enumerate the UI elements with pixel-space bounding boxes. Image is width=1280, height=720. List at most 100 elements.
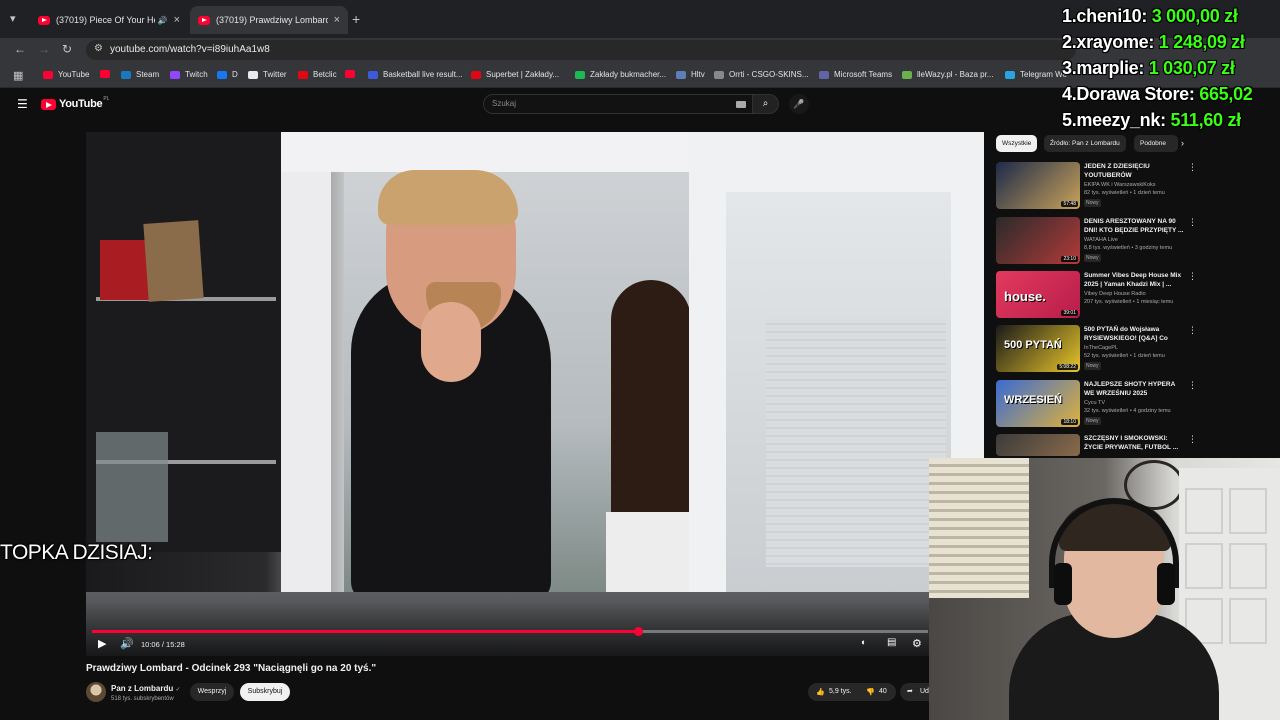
video-thumbnail[interactable] — [996, 434, 1080, 456]
channel-name-text[interactable]: Pan z Lombardu — [111, 684, 173, 693]
progress-scrubber-handle[interactable] — [633, 627, 643, 636]
recommended-channel[interactable]: Vibey Deep House Radio — [1084, 291, 1146, 297]
video-thumbnail[interactable]: house. 39:01 — [996, 271, 1080, 318]
channel-avatar[interactable] — [86, 682, 106, 702]
search-button[interactable]: ⌕ — [753, 94, 779, 114]
autoplay-toggle-icon[interactable]: ◐ — [861, 637, 866, 647]
like-count[interactable]: 5,9 tys. — [829, 688, 852, 695]
bookmark-item[interactable]: Superbet | Zakłady... — [471, 70, 559, 79]
recommended-title[interactable]: 500 PYTAŃ do Wojsława RYSIEWSKIEGO! [Q&A… — [1084, 325, 1184, 344]
bookmark-item[interactable]: Basketball live result... — [368, 70, 463, 79]
filter-chip[interactable]: Wszystkie — [996, 135, 1038, 152]
more-options-icon[interactable]: ⋮ — [1188, 217, 1197, 228]
forward-arrow-icon[interactable]: → — [38, 42, 50, 56]
recommended-title[interactable]: JEDEN Z DZIESIĘCIU YOUTUBERÓW — [1084, 162, 1184, 180]
youtube-logo[interactable]: YouTube PL — [41, 96, 109, 110]
tab-close-icon[interactable]: × — [334, 14, 340, 26]
donor-entry: 1.cheni10: 3 000,00 zł — [1062, 6, 1238, 27]
bookmark-item[interactable]: D — [217, 70, 238, 79]
bookmark-favicon-icon — [676, 70, 686, 79]
filter-chip[interactable]: Źródło: Pan z Lombardu — [1044, 135, 1126, 152]
bookmark-item[interactable]: Orrti - CSGO-SKINS... — [714, 70, 809, 79]
more-options-icon[interactable]: ⋮ — [1188, 325, 1197, 336]
bookmark-favicon-icon — [43, 70, 53, 79]
bookmark-item[interactable]: Telegram We — [1005, 70, 1067, 79]
video-duration: 39:01 — [1061, 310, 1078, 316]
subscribe-button[interactable]: Subskrybuj — [240, 683, 290, 701]
reload-icon[interactable]: ↻ — [62, 42, 72, 56]
recommended-title[interactable]: DENIS ARESZTOWANY NA 90 DNI! KTO BĘDZIE … — [1084, 217, 1184, 235]
support-button[interactable]: Wesprzyj — [190, 683, 234, 701]
more-options-icon[interactable]: ⋮ — [1188, 162, 1197, 173]
video-thumbnail[interactable]: WRZESIEŃ 18:10 — [996, 380, 1080, 427]
new-tab-button[interactable]: + — [352, 11, 360, 27]
recommended-video[interactable]: WRZESIEŃ 18:10 NAJLEPSZE SHOTY HYPERA WE W… — [996, 380, 1200, 430]
bookmark-favicon-icon — [819, 70, 829, 79]
site-info-icon[interactable]: ⚙ — [94, 43, 103, 54]
speaker-icon[interactable]: 🔊 — [158, 16, 168, 25]
bookmark-item[interactable]: Twitter — [248, 70, 287, 79]
recommended-channel[interactable]: WATAHA Live — [1084, 237, 1118, 243]
recommended-channel[interactable]: Cycu TV — [1084, 400, 1105, 406]
browser-tab-2[interactable]: (37019) Prawdziwy Lombard - O × — [190, 6, 348, 34]
voice-search-button[interactable]: 🎤 — [789, 94, 809, 114]
share-label: Ud — [920, 688, 929, 695]
video-thumbnail[interactable]: 500 PYTAŃ 5:08:22 — [996, 325, 1080, 372]
bookmark-item[interactable]: Steam — [121, 70, 159, 79]
bookmark-item[interactable]: Microsoft Teams — [819, 70, 892, 79]
share-arrow-icon: ➦ — [907, 688, 913, 695]
bookmark-favicon-icon — [471, 70, 481, 79]
recommended-video[interactable]: 57:48 JEDEN Z DZIESIĘCIU YOUTUBERÓW EKIPA … — [996, 162, 1200, 212]
recommended-title[interactable]: NAJLEPSZE SHOTY HYPERA WE WRZEŚNIU 2025 — [1084, 380, 1184, 398]
url-text[interactable]: youtube.com/watch?v=i89iuhAa1w8 — [110, 44, 270, 55]
recommended-video[interactable]: house. 39:01 Summer Vibes Deep House Mix 2… — [996, 271, 1200, 321]
recommended-title[interactable]: Summer Vibes Deep House Mix 2025 | Yaman… — [1084, 271, 1184, 289]
play-icon[interactable]: ▶ — [98, 637, 106, 650]
settings-gear-icon[interactable]: ⚙ — [912, 637, 922, 650]
recommended-channel[interactable]: EKIPA WK i WarszawskiKoks — [1084, 182, 1156, 188]
bookmark-item[interactable]: lleWazy.pl - Baza pr... — [902, 70, 993, 79]
bookmark-item[interactable]: Betclic — [298, 70, 337, 79]
thumbs-up-icon[interactable]: 👍 — [816, 688, 825, 696]
browser-tab-1[interactable]: (37019) Piece Of Your Heart 🔊 × — [30, 6, 188, 34]
bookmark-item[interactable]: YouTube — [43, 70, 89, 79]
thumbs-down-icon[interactable]: 👎 — [866, 688, 875, 696]
back-arrow-icon[interactable]: ← — [14, 42, 26, 56]
recommended-video[interactable]: SZCZĘSNY I SMOKOWSKI: ŻYCIE PRYWATNE, FU… — [996, 434, 1200, 456]
recommended-channel[interactable]: InTheCagePL — [1084, 345, 1118, 351]
more-options-icon[interactable]: ⋮ — [1188, 434, 1197, 445]
recommended-video[interactable]: 500 PYTAŃ 5:08:22 500 PYTAŃ do Wojsława RY… — [996, 325, 1200, 375]
video-thumbnail[interactable]: 57:48 — [996, 162, 1080, 209]
channel-name[interactable]: Pan z Lombardu ✓ — [111, 684, 181, 693]
recommended-meta: 32 tys. wyświetleń • 4 godziny temu — [1084, 408, 1171, 414]
hamburger-menu-icon[interactable]: ☰ — [17, 97, 28, 111]
recommended-video[interactable]: 23:10 DENIS ARESZTOWANY NA 90 DNI! KTO BĘ… — [996, 217, 1200, 267]
video-player[interactable]: ▶ 🔊 10:06 / 15:28 ◐ ▤ ⚙ — [86, 132, 984, 656]
search-input[interactable]: Szukaj — [483, 94, 753, 114]
chevron-right-icon[interactable]: › — [1181, 138, 1184, 148]
more-options-icon[interactable]: ⋮ — [1188, 380, 1197, 391]
video-thumbnail[interactable]: 23:10 — [996, 217, 1080, 264]
tab-title: (37019) Prawdziwy Lombard - O — [216, 15, 328, 25]
dislike-count[interactable]: 40 — [879, 688, 887, 695]
progress-bar[interactable] — [92, 627, 928, 636]
keyboard-icon[interactable] — [736, 101, 746, 108]
bookmark-item[interactable]: Twitch — [170, 70, 208, 79]
video-duration: 18:10 — [1061, 419, 1078, 425]
bookmark-item[interactable] — [100, 70, 115, 78]
tab-close-icon[interactable]: × — [174, 14, 180, 26]
address-bar[interactable]: ⚙ youtube.com/watch?v=i89iuhAa1w8 — [86, 40, 1076, 60]
like-dislike-pill: 👍 5,9 tys. 👎 40 — [808, 683, 896, 701]
recommended-title[interactable]: SZCZĘSNY I SMOKOWSKI: ŻYCIE PRYWATNE, FU… — [1084, 434, 1184, 452]
bookmark-item[interactable]: Hltv — [676, 70, 705, 79]
subtitles-icon[interactable]: ▤ — [887, 637, 896, 648]
filter-chip[interactable]: Podobne — [1134, 135, 1178, 152]
more-options-icon[interactable]: ⋮ — [1188, 271, 1197, 282]
bookmark-item[interactable]: Zakłady bukmacher... — [575, 70, 666, 79]
recommended-meta: 207 tys. wyświetleń • 1 miesiąc temu — [1084, 299, 1174, 305]
apps-grid-icon[interactable]: ▦ — [13, 69, 23, 82]
volume-icon[interactable]: 🔊 — [120, 637, 134, 650]
tab-search-chevron-icon[interactable]: ▾ — [10, 12, 26, 26]
bookmark-item[interactable] — [345, 70, 360, 78]
time-display: 10:06 / 15:28 — [141, 640, 185, 649]
